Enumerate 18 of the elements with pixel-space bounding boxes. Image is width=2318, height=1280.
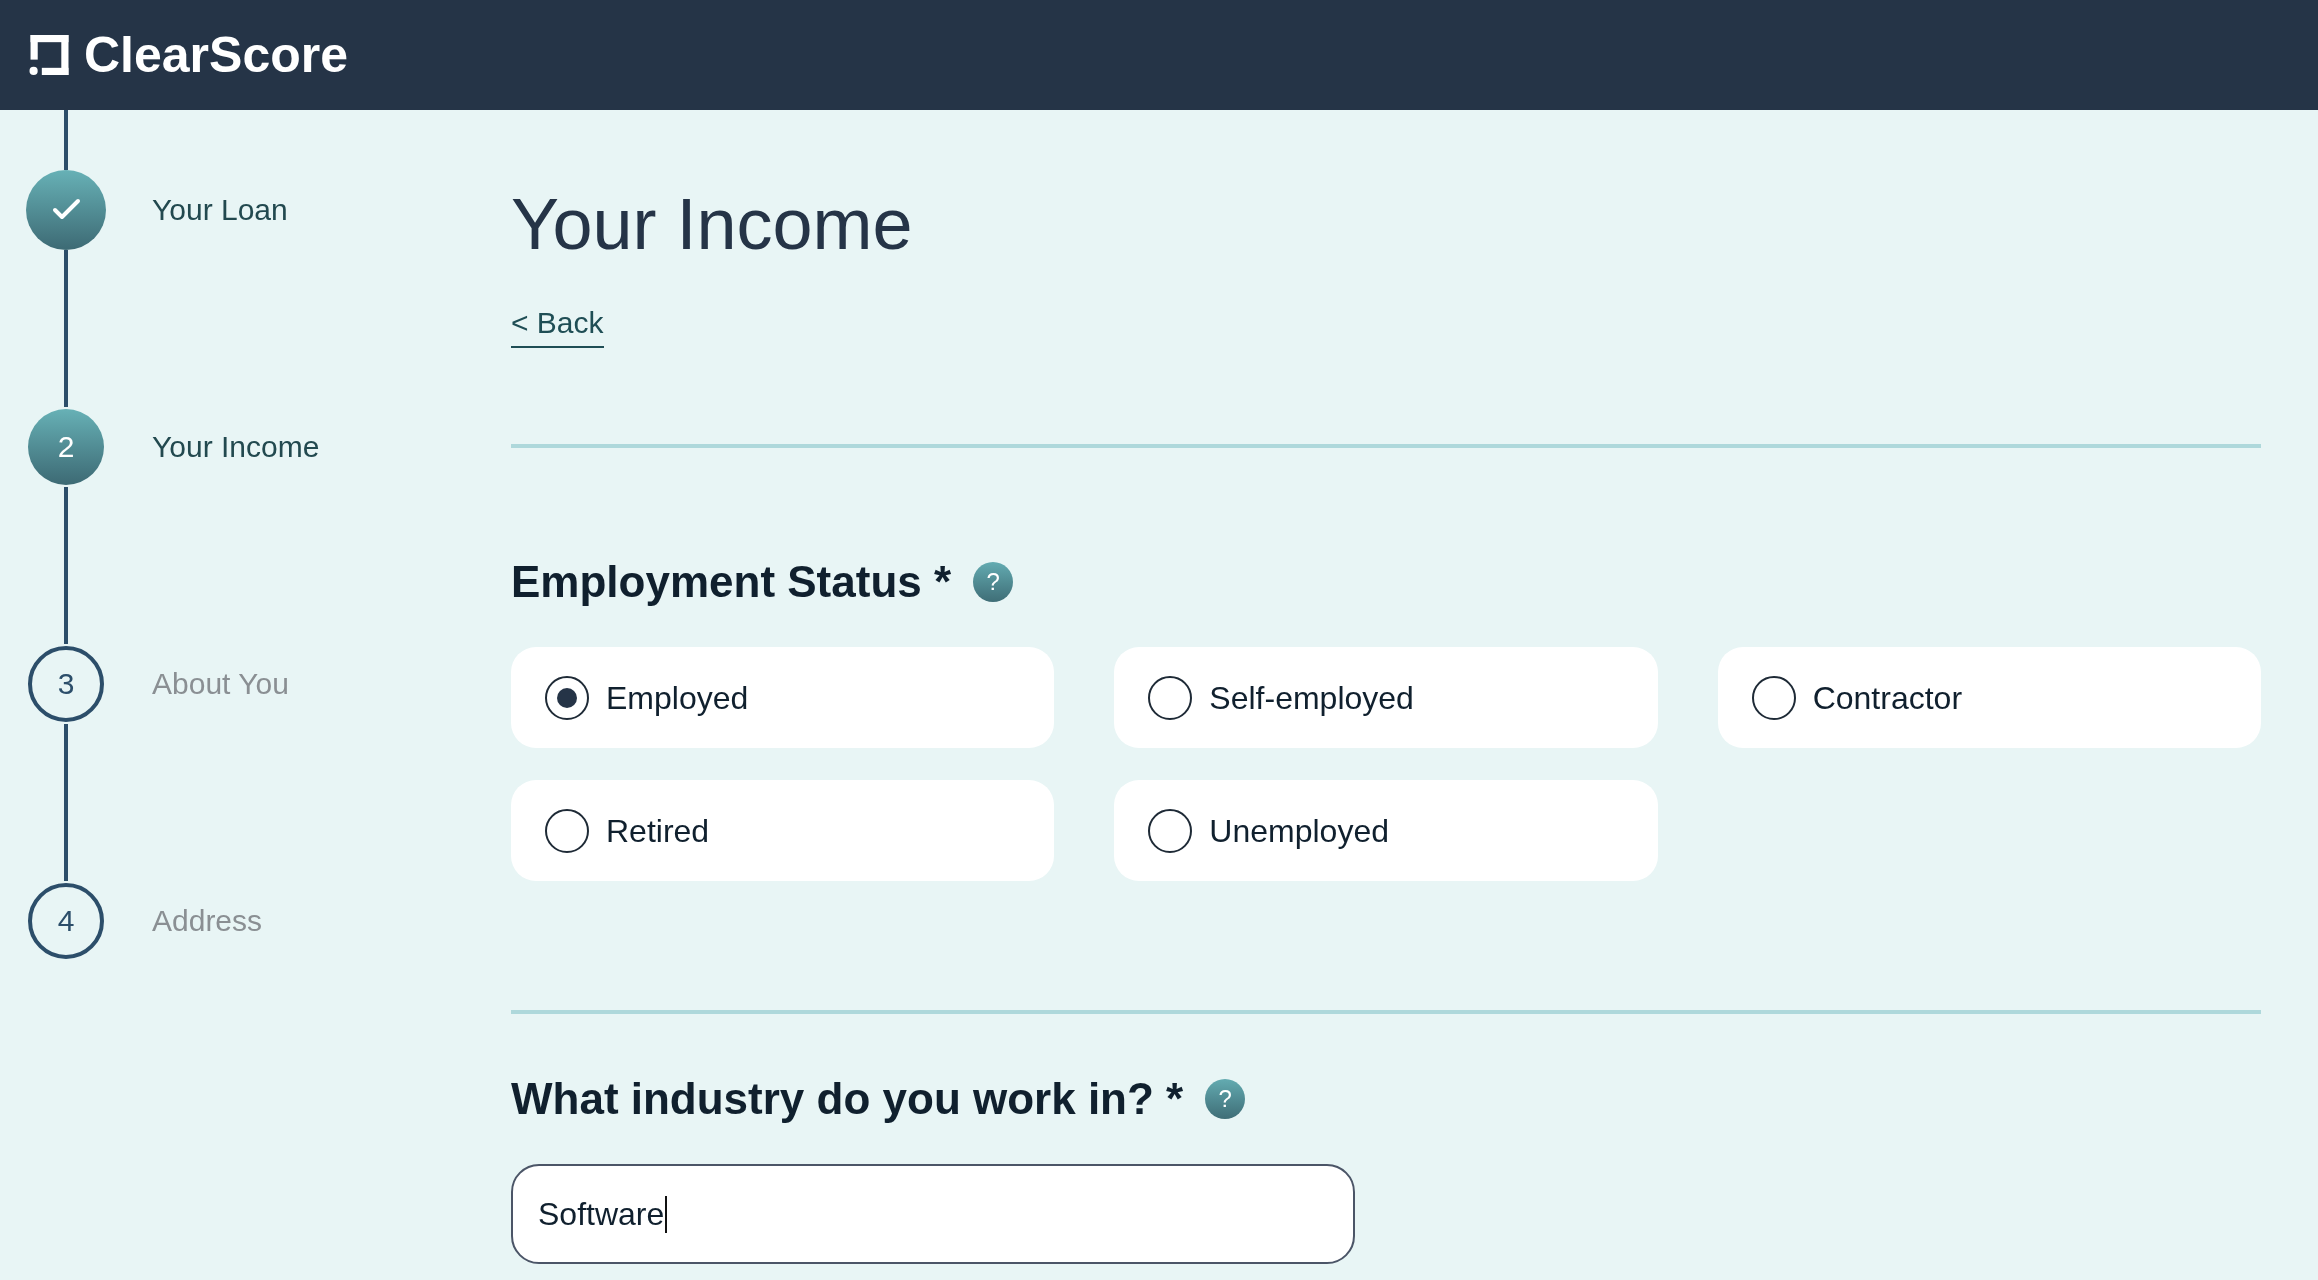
radio-option[interactable]: Employed	[511, 647, 1055, 748]
step-label[interactable]: Your Income	[152, 429, 320, 465]
radio-option[interactable]: Self-employed	[1114, 647, 1658, 748]
radio-option[interactable]: Contractor	[1717, 647, 2261, 748]
text-cursor-icon	[665, 1195, 668, 1233]
step-number: 2	[28, 409, 104, 485]
page-title: Your Income	[511, 188, 914, 260]
radio-option[interactable]: Unemployed	[1114, 780, 1658, 881]
radio-option[interactable]: Retired	[511, 780, 1055, 881]
step-label[interactable]: Your Loan	[152, 192, 288, 228]
back-link[interactable]: < Back	[511, 305, 604, 348]
step-number: 3	[28, 646, 104, 722]
industry-input[interactable]: Software	[511, 1164, 1355, 1264]
section-heading: Employment Status *	[511, 556, 952, 608]
logo-icon	[29, 35, 69, 75]
logo-text: ClearScore	[84, 30, 349, 80]
step-number: 4	[28, 883, 104, 959]
section-heading: What industry do you work in? *	[511, 1073, 1184, 1125]
